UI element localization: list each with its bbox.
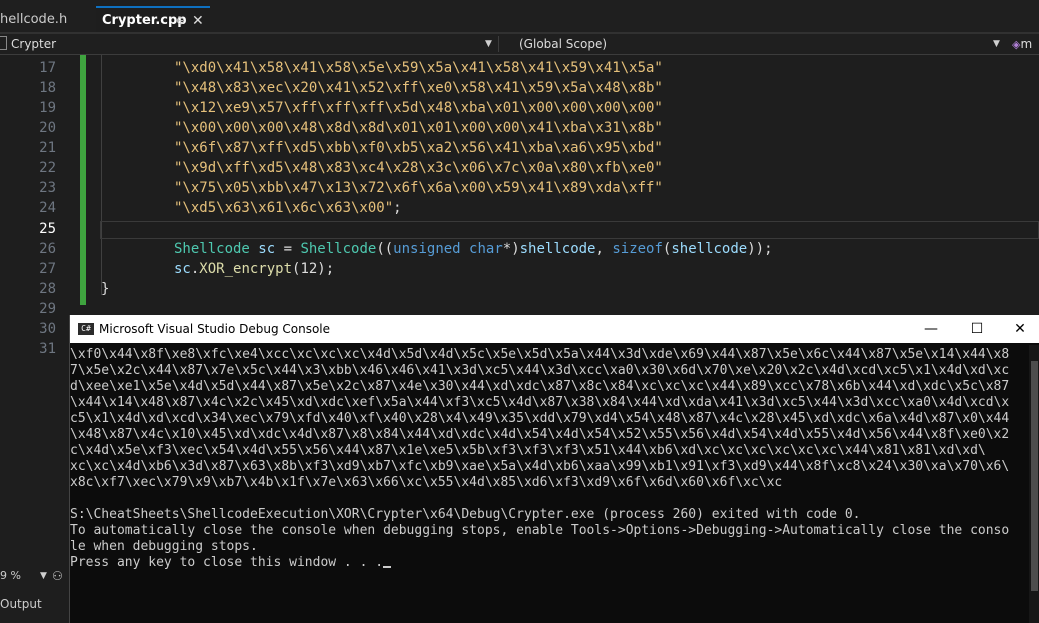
console-app-icon: C#: [78, 323, 94, 335]
line-number: 30: [39, 321, 56, 337]
tab-label: Crypter.cpp: [102, 13, 187, 28]
console-output[interactable]: \xf0\x44\x8f\xe8\xfc\xe4\xcc\xc\xc\xc\x4…: [70, 345, 1028, 623]
tab-crypter-cpp[interactable]: Crypter.cpp ⊕ ✕: [96, 6, 210, 32]
scope-name: (Global Scope): [519, 37, 608, 51]
console-line: x8c\xf7\xec\x79\x9\xb7\x4b\x1f\x7e\x63\x…: [70, 475, 783, 490]
divider: [498, 36, 499, 52]
console-title: Microsoft Visual Studio Debug Console: [99, 322, 331, 336]
console-line: To automatically close the console when …: [70, 523, 1010, 538]
scrollbar-thumb[interactable]: [1031, 361, 1038, 591]
console-line: \xf0\x44\x8f\xe8\xfc\xe4\xcc\xc\xc\xc\x4…: [70, 347, 1010, 362]
console-line: \x44\x14\x48\x87\x4c\x2c\x45\xd\xdc\xef\…: [70, 395, 1010, 410]
debug-console-window[interactable]: C# Microsoft Visual Studio Debug Console…: [69, 315, 1039, 623]
code-line-26: Shellcode sc = Shellcode((unsigned char*…: [174, 241, 773, 257]
document-tab-bar: hellcode.h Crypter.cpp ⊕ ✕: [0, 0, 1039, 34]
console-line: 7\x5e\x2c\x44\x87\x7e\x5c\x44\x3\xbb\x46…: [70, 363, 1010, 378]
code-line-22: "\x9d\xff\xd5\x48\x83\xc4\x28\x3c\x06\x7…: [174, 160, 663, 176]
console-line: d\xee\xe1\x5e\x4d\x5d\x44\x87\x5e\x2c\x8…: [70, 379, 1010, 394]
text-cursor: [383, 566, 392, 568]
console-line: xc\xc\x4d\xb6\x3d\x87\x63\x8b\xf3\xd9\xb…: [70, 459, 1010, 474]
code-line-17: "\xd0\x41\x58\x41\x58\x5e\x59\x5a\x41\x5…: [174, 60, 663, 76]
code-line-24: "\xd5\x63\x61\x6c\x63\x00";: [174, 200, 402, 216]
code-line-21: "\x6f\x87\xff\xd5\xbb\xf0\xb5\xa2\x56\x4…: [174, 140, 663, 156]
code-line-27: sc.XOR_encrypt(12);: [174, 261, 335, 277]
code-editor[interactable]: "\xd0\x41\x58\x41\x58\x5e\x59\x5a\x41\x5…: [0, 55, 1039, 315]
pin-icon[interactable]: ⊕: [176, 8, 185, 34]
console-prompt-line: Press any key to close this window . . .: [70, 555, 392, 570]
console-line: c\x4d\x5e\xf3\xec\x54\x4d\x55\x56\x44\x8…: [70, 443, 986, 458]
chevron-down-icon: ▼: [485, 39, 492, 49]
code-line-18: "\x48\x83\xec\x20\x41\x52\xff\xe0\x58\x4…: [174, 80, 663, 96]
minimize-button[interactable]: —: [908, 315, 954, 343]
maximize-button[interactable]: ☐: [954, 315, 1000, 343]
line-number: 31: [39, 341, 56, 357]
output-panel-label[interactable]: Output: [0, 597, 42, 611]
chevron-down-icon: ▼: [993, 39, 1000, 49]
console-line: S:\CheatSheets\ShellcodeExecution\XOR\Cr…: [70, 507, 861, 522]
scope-dropdown[interactable]: (Global Scope) ▼: [519, 34, 1005, 54]
console-scrollbar[interactable]: [1029, 345, 1039, 623]
console-line: le when debugging stops.: [70, 539, 258, 554]
code-line-20: "\x00\x00\x00\x48\x8d\x8d\x01\x01\x00\x0…: [174, 120, 663, 136]
zoom-level: 9 %: [0, 569, 21, 582]
tab-shellcode-h[interactable]: hellcode.h: [0, 8, 67, 32]
project-name: Crypter: [11, 37, 57, 51]
zoom-dropdown[interactable]: 9 % ▼ ⚇: [0, 569, 68, 585]
console-prompt: Press any key to close this window . . .: [70, 555, 384, 570]
copilot-icon[interactable]: ⚇: [52, 569, 63, 583]
code-line-28: }: [101, 281, 110, 297]
navigation-bar: Crypter ▼ (Global Scope) ▼ ◈m: [0, 34, 1039, 55]
chevron-down-icon: ▼: [40, 571, 47, 581]
tab-label: hellcode.h: [0, 12, 68, 27]
code-line-19: "\x12\xe9\x57\xff\xff\xff\x5d\x48\xba\x0…: [174, 100, 663, 116]
member-name: m: [1020, 37, 1033, 51]
code-line-23: "\x75\x05\xbb\x47\x13\x72\x6f\x6a\x00\x5…: [174, 180, 663, 196]
current-line-highlight: [100, 221, 1039, 239]
close-button[interactable]: ✕: [1000, 315, 1039, 343]
close-icon[interactable]: ✕: [192, 8, 204, 34]
member-dropdown[interactable]: ◈m: [1012, 34, 1039, 54]
console-line: \x48\x87\x4c\x10\x45\xd\xdc\x4d\x87\x8\x…: [70, 427, 1010, 442]
project-dropdown[interactable]: Crypter ▼: [0, 34, 494, 54]
console-line: c5\x1\x4d\xd\xcd\x34\xec\x79\xfd\x40\xf\…: [70, 411, 1010, 426]
project-icon: [0, 36, 7, 50]
console-title-bar[interactable]: C# Microsoft Visual Studio Debug Console…: [70, 315, 1039, 343]
